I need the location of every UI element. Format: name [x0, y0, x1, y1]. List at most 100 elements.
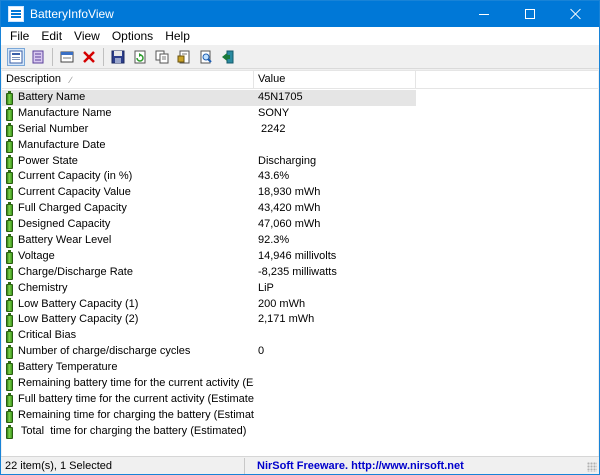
row-value: 2242	[258, 122, 286, 135]
row-description: Full Charged Capacity	[18, 202, 127, 215]
row-value: LiP	[258, 281, 274, 294]
close-button[interactable]	[553, 1, 599, 27]
row-description: Manufacture Name	[18, 106, 112, 119]
table-row[interactable]: Current Capacity (in %) 43.6%	[2, 169, 598, 185]
menu-options[interactable]: Options	[106, 27, 159, 45]
table-row[interactable]: Remaining time for charging the battery …	[2, 408, 598, 424]
minimize-icon	[479, 13, 489, 15]
battery-icon	[6, 265, 13, 280]
row-description: Voltage	[18, 249, 55, 262]
nirsoft-link[interactable]: NirSoft Freeware. http://www.nirsoft.net	[245, 458, 464, 474]
properties-icon	[60, 51, 74, 62]
refresh-icon	[134, 50, 146, 63]
table-row[interactable]: Current Capacity Value 18,930 mWh	[2, 185, 598, 201]
table-row[interactable]: Voltage 14,946 millivolts	[2, 249, 598, 265]
list-rows: Battery Name 45N1705 Manufacture Name SO…	[2, 90, 598, 440]
row-description: Full battery time for the current activi…	[18, 392, 254, 405]
table-row[interactable]: Low Battery Capacity (2) 2,171 mWh	[2, 312, 598, 328]
row-value: 45N1705	[254, 90, 416, 106]
row-value: SONY	[258, 106, 290, 119]
table-row[interactable]: Number of charge/discharge cycles 0	[2, 344, 598, 360]
battery-icon	[6, 106, 13, 121]
table-row[interactable]: Critical Bias	[2, 328, 598, 344]
exit-button[interactable]	[219, 48, 237, 66]
battery-icon	[6, 154, 13, 169]
row-description: Current Capacity Value	[18, 186, 131, 199]
table-row[interactable]: Battery Temperature	[2, 360, 598, 376]
menu-view[interactable]: View	[68, 27, 106, 45]
table-row[interactable]: Charge/Discharge Rate -8,235 milliwatts	[2, 265, 598, 281]
menu-edit[interactable]: Edit	[35, 27, 68, 45]
menu-file[interactable]: File	[4, 27, 35, 45]
table-row[interactable]: Full battery time for the current activi…	[2, 392, 598, 408]
battery-icon	[6, 170, 13, 185]
battery-icon	[6, 186, 13, 201]
description-cell: Charge/Discharge Rate	[2, 265, 254, 281]
find-icon	[200, 50, 212, 63]
column-header-description[interactable]: Description ∕	[2, 71, 254, 89]
row-value: 14,946 millivolts	[258, 249, 337, 262]
description-cell: Manufacture Name	[2, 106, 254, 122]
battery-icon	[6, 392, 13, 407]
table-row[interactable]: Battery Name 45N1705	[2, 90, 598, 106]
table-row[interactable]: Manufacture Name SONY	[2, 106, 598, 122]
properties-button[interactable]	[58, 48, 76, 66]
battery-info-list[interactable]: Description ∕ Value Battery Name 45N1705…	[2, 70, 598, 456]
row-description: Designed Capacity	[18, 218, 111, 231]
table-row[interactable]: Total time for charging the battery (Est…	[2, 424, 598, 440]
description-cell: Serial Number	[2, 122, 254, 138]
maximize-icon	[525, 9, 535, 19]
description-cell: Full battery time for the current activi…	[2, 392, 254, 408]
description-cell: Manufacture Date	[2, 138, 254, 154]
copy-icon	[155, 50, 169, 63]
delete-button[interactable]	[80, 48, 98, 66]
log-mode-button[interactable]	[29, 48, 47, 66]
table-row[interactable]: Chemistry LiP	[2, 281, 598, 297]
save-button[interactable]	[109, 48, 127, 66]
table-row[interactable]: Battery Wear Level 92.3%	[2, 233, 598, 249]
menu-help[interactable]: Help	[159, 27, 196, 45]
description-cell: Chemistry	[2, 281, 254, 297]
find-button[interactable]	[197, 48, 215, 66]
battery-icon	[6, 138, 13, 153]
maximize-button[interactable]	[507, 1, 553, 27]
description-cell: Full Charged Capacity	[2, 201, 254, 217]
column-header-value[interactable]: Value	[254, 71, 416, 89]
table-row[interactable]: Designed Capacity 47,060 mWh	[2, 217, 598, 233]
battery-info-mode-button[interactable]	[7, 47, 25, 66]
delete-icon	[83, 50, 95, 63]
refresh-button[interactable]	[131, 48, 149, 66]
window-controls	[461, 1, 599, 27]
description-cell: Number of charge/discharge cycles	[2, 344, 254, 360]
row-description: Low Battery Capacity (2)	[18, 313, 139, 326]
row-description: Remaining time for charging the battery …	[18, 408, 254, 421]
battery-icon	[6, 249, 13, 264]
close-icon	[570, 8, 582, 20]
row-description: Low Battery Capacity (1)	[18, 297, 139, 310]
battery-icon	[6, 202, 13, 217]
copy-button[interactable]	[153, 48, 171, 66]
battery-icon	[6, 329, 13, 344]
html-report-button[interactable]	[175, 48, 193, 66]
row-description: Remaining battery time for the current a…	[18, 377, 254, 390]
table-row[interactable]: Serial Number 2242	[2, 122, 598, 138]
title-bar[interactable]: BatteryInfoView	[1, 1, 599, 27]
column-header-value-label: Value	[258, 73, 286, 85]
table-row[interactable]: Power State Discharging	[2, 154, 598, 170]
row-description: Power State	[18, 154, 78, 167]
description-cell: Battery Temperature	[2, 360, 254, 376]
battery-icon	[6, 218, 13, 233]
table-row[interactable]: Manufacture Date	[2, 138, 598, 154]
row-value: Discharging	[258, 154, 317, 167]
table-row[interactable]: Low Battery Capacity (1) 200 mWh	[2, 297, 598, 313]
table-row[interactable]: Remaining battery time for the current a…	[2, 376, 598, 392]
resize-grip-icon[interactable]	[587, 462, 597, 472]
table-row[interactable]: Full Charged Capacity 43,420 mWh	[2, 201, 598, 217]
row-value	[254, 376, 416, 392]
description-cell: Current Capacity Value	[2, 185, 254, 201]
menu-bar: File Edit View Options Help	[1, 27, 599, 45]
minimize-button[interactable]	[461, 1, 507, 27]
row-value: -8,235 milliwatts	[258, 265, 337, 278]
description-cell: Critical Bias	[2, 328, 254, 344]
row-value: 0	[258, 345, 265, 358]
